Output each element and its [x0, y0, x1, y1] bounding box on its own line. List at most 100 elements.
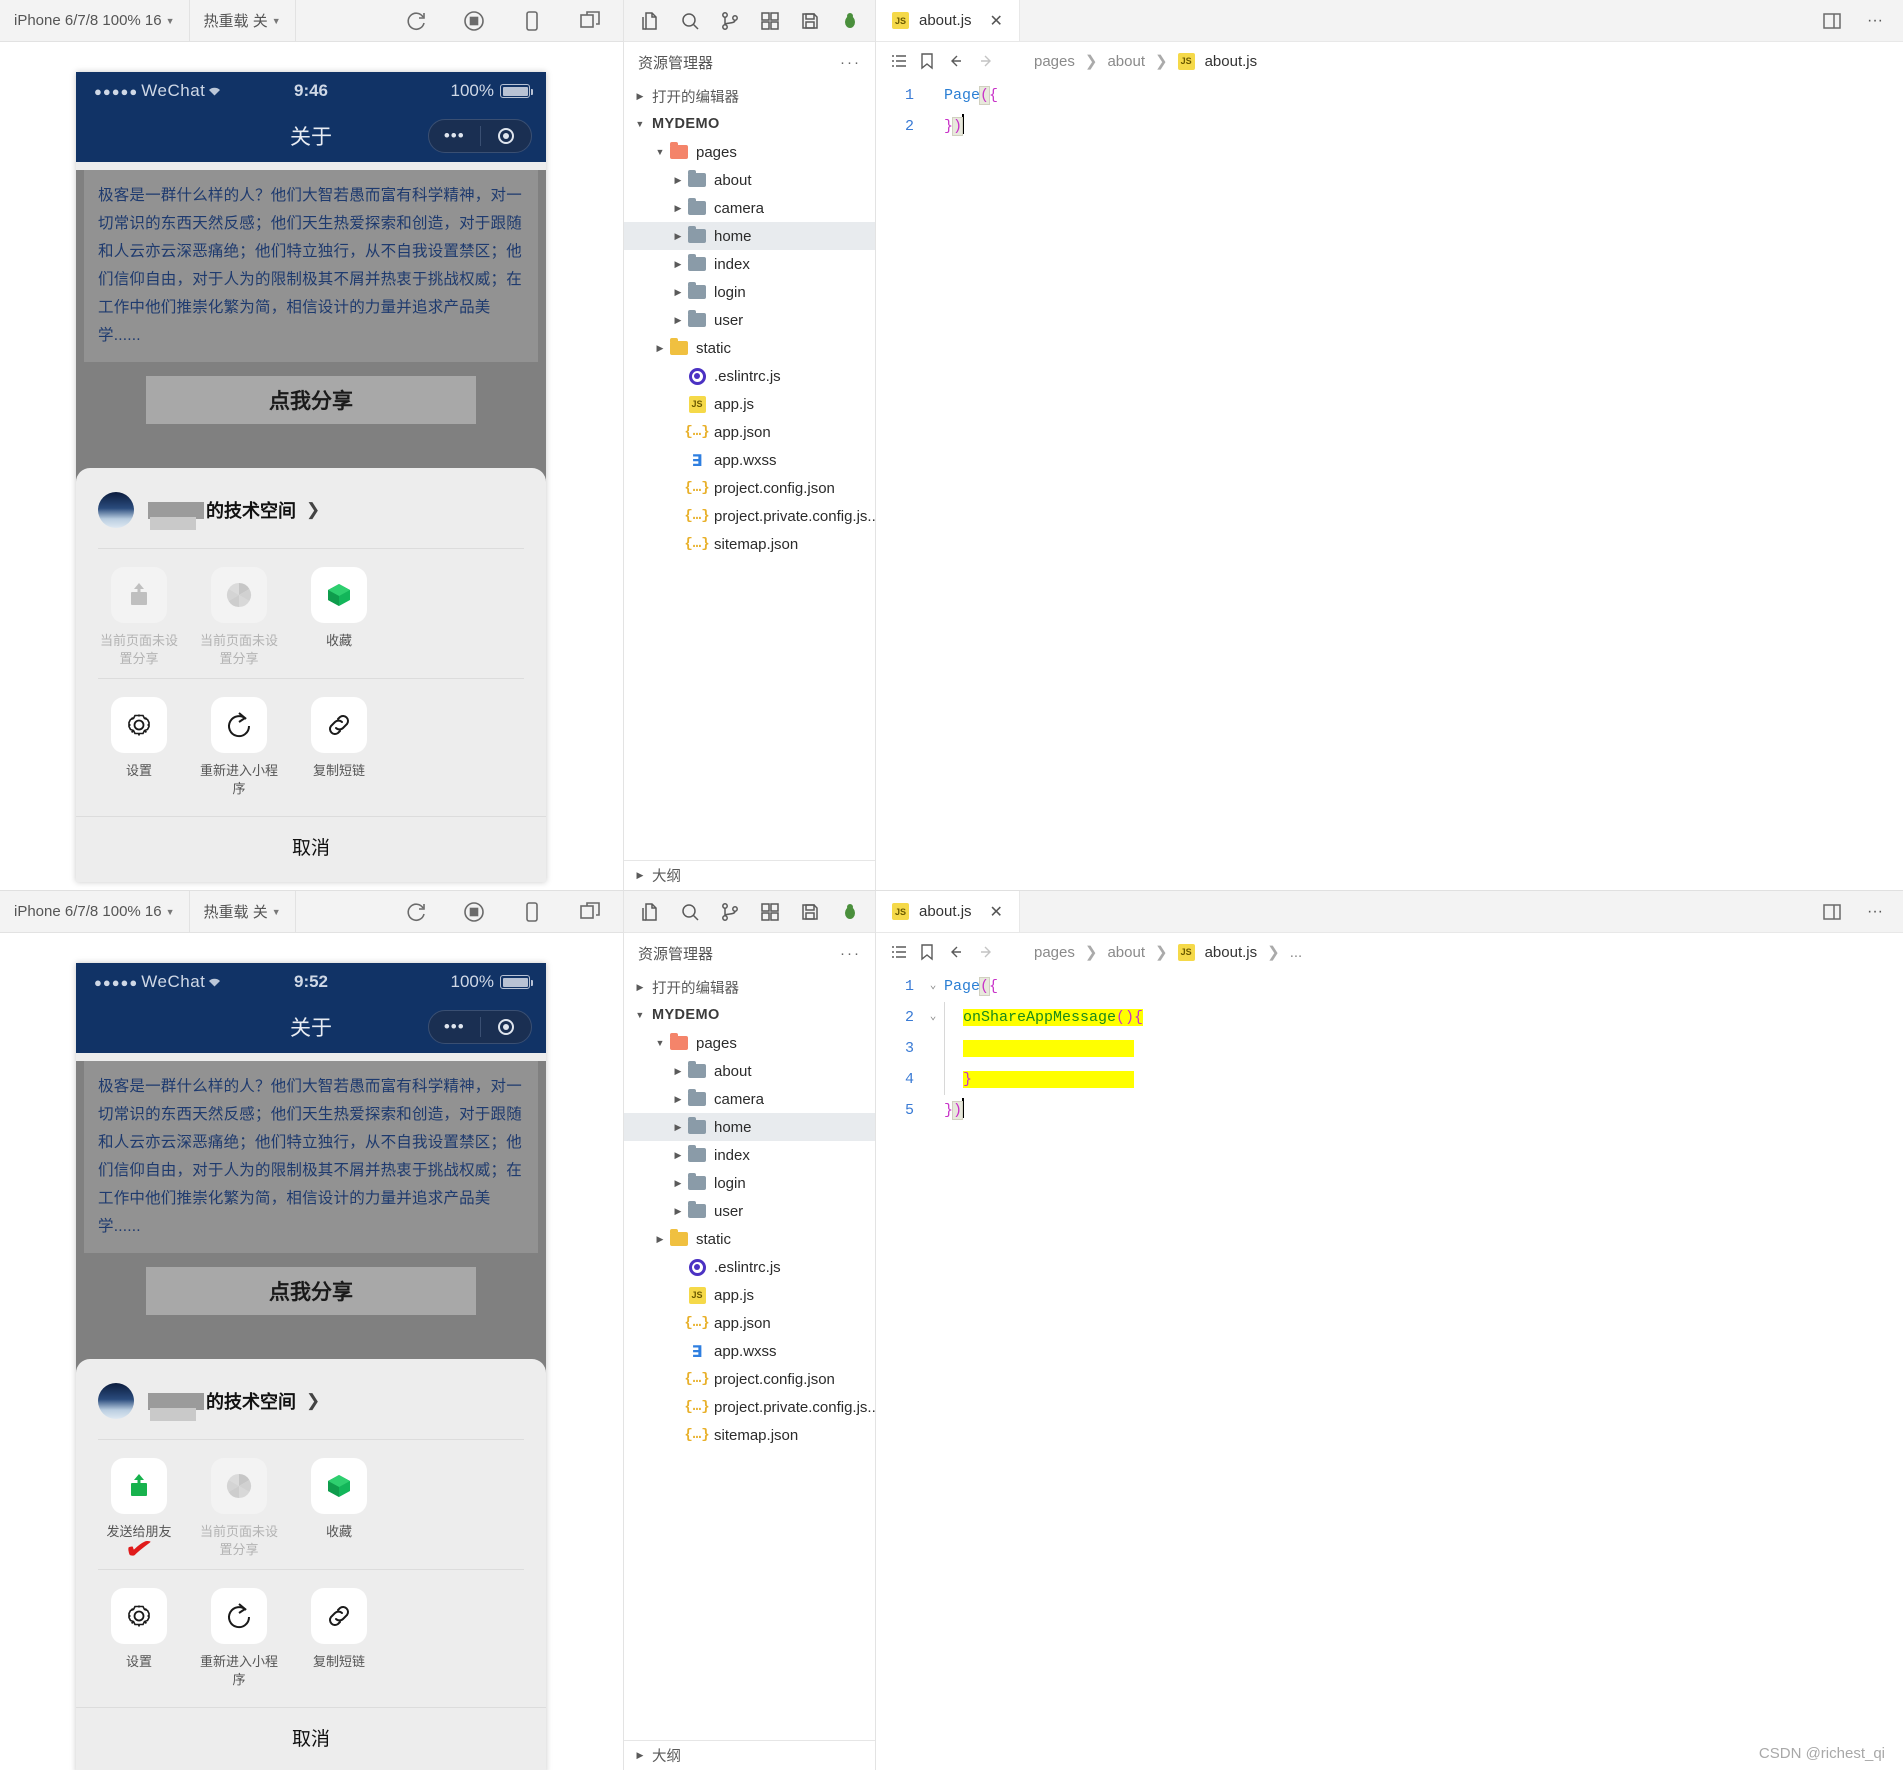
code-editor-bottom[interactable]: 1 ⌄ Page({ 2 ⌄ onShareAppMessage(){ 3 4 …: [876, 971, 1903, 1126]
chevron-right-icon[interactable]: ▶: [670, 1066, 686, 1077]
breadcrumb-item-file[interactable]: about.js: [1205, 53, 1258, 70]
tree-item-app-json[interactable]: {…} app.json: [624, 418, 875, 446]
split-editor-icon[interactable]: [1819, 899, 1845, 925]
chevron-down-icon[interactable]: ▼: [652, 147, 668, 157]
tool-cell-copylink[interactable]: 复制短链: [300, 697, 378, 798]
split-icon[interactable]: [577, 899, 603, 925]
source-control-icon[interactable]: [720, 8, 740, 34]
record-icon[interactable]: [461, 899, 487, 925]
chevron-right-icon[interactable]: ▶: [670, 1178, 686, 1189]
sheet-user-row[interactable]: 的技术空间 ❯: [76, 472, 546, 548]
share-cell-moments[interactable]: 当前页面未设置分享: [200, 1458, 278, 1559]
tree-item-app-wxss[interactable]: ∃ app.wxss: [624, 1337, 875, 1365]
tree-item-index[interactable]: ▶ index: [624, 250, 875, 278]
open-editors-section[interactable]: ▶ 打开的编辑器: [624, 973, 875, 1001]
wechat-capsule-button[interactable]: •••: [428, 1010, 532, 1044]
breadcrumb-item-file[interactable]: about.js: [1205, 944, 1258, 961]
tool-cell-settings[interactable]: 设置: [100, 1588, 178, 1689]
tree-item-about[interactable]: ▶ about: [624, 1057, 875, 1085]
fold-toggle[interactable]: ⌄: [922, 1002, 944, 1033]
tree-item-home[interactable]: ▶ home: [624, 222, 875, 250]
chevron-right-icon[interactable]: ▶: [670, 231, 686, 242]
share-cell-send[interactable]: 发送给朋友 ✔: [100, 1458, 178, 1569]
editor-more-icon[interactable]: ···: [1867, 903, 1883, 921]
tool-cell-reload[interactable]: 重新进入小程序: [200, 697, 278, 798]
device-selector[interactable]: iPhone 6/7/8 100% 16 ▼: [0, 0, 190, 41]
sheet-user-row[interactable]: 的技术空间 ❯: [76, 1363, 546, 1439]
tree-item-app-js[interactable]: JS app.js: [624, 1281, 875, 1309]
share-cell-moments[interactable]: 当前页面未设置分享: [200, 567, 278, 668]
outline-list-icon[interactable]: [890, 52, 908, 70]
chevron-right-icon[interactable]: ▶: [652, 343, 668, 354]
tree-item-about[interactable]: ▶ about: [624, 166, 875, 194]
cancel-button[interactable]: 取消: [76, 816, 546, 882]
bookmark-icon[interactable]: [918, 943, 936, 961]
save-icon[interactable]: [800, 8, 820, 34]
forward-arrow-icon[interactable]: [976, 943, 996, 961]
tree-item-index[interactable]: ▶ index: [624, 1141, 875, 1169]
device-icon[interactable]: [519, 8, 545, 34]
breadcrumb-item-about[interactable]: about: [1107, 53, 1145, 70]
forward-arrow-icon[interactable]: [976, 52, 996, 70]
code-editor-top[interactable]: 1 Page({ 2 }): [876, 80, 1903, 142]
device-icon[interactable]: [519, 899, 545, 925]
tree-item-static[interactable]: ▶ static: [624, 334, 875, 362]
tree-item-camera[interactable]: ▶ camera: [624, 1085, 875, 1113]
split-editor-icon[interactable]: [1819, 8, 1845, 34]
tree-item--eslintrc-js[interactable]: .eslintrc.js: [624, 362, 875, 390]
extensions-icon[interactable]: [760, 8, 780, 34]
share-cell-send[interactable]: 当前页面未设置分享: [100, 567, 178, 668]
tree-item-login[interactable]: ▶ login: [624, 278, 875, 306]
tree-item-user[interactable]: ▶ user: [624, 1197, 875, 1225]
chevron-right-icon[interactable]: ▶: [670, 175, 686, 186]
chevron-right-icon[interactable]: ▶: [652, 1234, 668, 1245]
tree-item-pages[interactable]: ▼ pages: [624, 138, 875, 166]
tree-item-project-config-json[interactable]: {…} project.config.json: [624, 474, 875, 502]
breadcrumb-item-about[interactable]: about: [1107, 944, 1145, 961]
back-arrow-icon[interactable]: [946, 943, 966, 961]
new-file-icon[interactable]: [640, 899, 660, 925]
share-cell-favorite[interactable]: 收藏: [300, 567, 378, 668]
breadcrumb-item-pages[interactable]: pages: [1034, 944, 1075, 961]
chevron-right-icon[interactable]: ▶: [670, 1094, 686, 1105]
close-icon[interactable]: ✕: [990, 902, 1003, 922]
open-editors-section[interactable]: ▶ 打开的编辑器: [624, 82, 875, 110]
debug-icon[interactable]: [840, 899, 860, 925]
extensions-icon[interactable]: [760, 899, 780, 925]
chevron-right-icon[interactable]: ▶: [670, 259, 686, 270]
tree-item-project-config-json[interactable]: {…} project.config.json: [624, 1365, 875, 1393]
project-section[interactable]: ▼ MYDEMO: [624, 110, 875, 138]
share-button[interactable]: 点我分享: [146, 1267, 476, 1315]
share-cell-favorite[interactable]: 收藏: [300, 1458, 378, 1559]
tree-item-app-json[interactable]: {…} app.json: [624, 1309, 875, 1337]
tree-item-login[interactable]: ▶ login: [624, 1169, 875, 1197]
chevron-right-icon[interactable]: ▶: [670, 1150, 686, 1161]
debug-icon[interactable]: [840, 8, 860, 34]
save-icon[interactable]: [800, 899, 820, 925]
tool-cell-settings[interactable]: 设置: [100, 697, 178, 798]
chevron-down-icon[interactable]: ▼: [652, 1038, 668, 1048]
tree-item-project-private-config-js-[interactable]: {…} project.private.config.js...: [624, 502, 880, 530]
tree-item-home[interactable]: ▶ home: [624, 1113, 875, 1141]
tool-cell-copylink[interactable]: 复制短链: [300, 1588, 378, 1689]
tree-item-project-private-config-js-[interactable]: {…} project.private.config.js...: [624, 1393, 880, 1421]
refresh-icon[interactable]: [403, 899, 429, 925]
close-icon[interactable]: ✕: [990, 11, 1003, 31]
refresh-icon[interactable]: [403, 8, 429, 34]
search-icon[interactable]: [680, 899, 700, 925]
project-section[interactable]: ▼ MYDEMO: [624, 1001, 875, 1029]
tree-item-static[interactable]: ▶ static: [624, 1225, 875, 1253]
tree-item-camera[interactable]: ▶ camera: [624, 194, 875, 222]
chevron-right-icon[interactable]: ▶: [670, 1206, 686, 1217]
outline-section[interactable]: ▶ 大纲: [624, 860, 875, 890]
explorer-more-icon[interactable]: ···: [840, 54, 861, 71]
record-icon[interactable]: [461, 8, 487, 34]
tree-item--eslintrc-js[interactable]: .eslintrc.js: [624, 1253, 875, 1281]
tree-item-user[interactable]: ▶ user: [624, 306, 875, 334]
breadcrumb-item-symbol[interactable]: ...: [1290, 944, 1303, 961]
chevron-right-icon[interactable]: ▶: [670, 1122, 686, 1133]
tab-about-js[interactable]: JS about.js ✕: [876, 0, 1020, 41]
tree-item-app-js[interactable]: JS app.js: [624, 390, 875, 418]
bookmark-icon[interactable]: [918, 52, 936, 70]
breadcrumb-item-pages[interactable]: pages: [1034, 53, 1075, 70]
